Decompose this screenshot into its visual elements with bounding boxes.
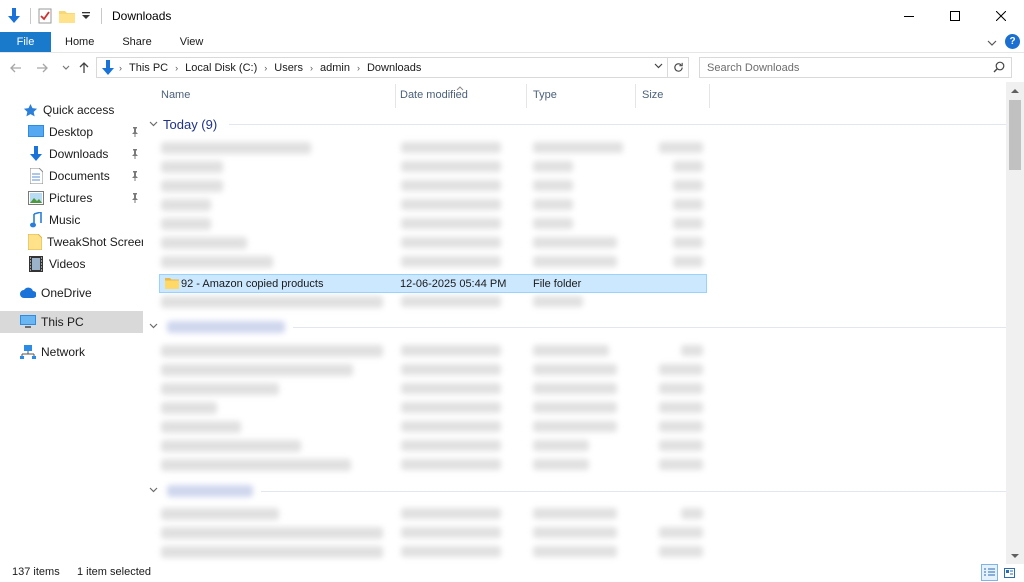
group-collapsed-2[interactable] (149, 480, 163, 500)
status-bar: 137 items 1 item selected (0, 564, 1024, 582)
column-header-size[interactable]: Size (642, 82, 663, 108)
breadcrumb-users[interactable]: Users (269, 62, 308, 74)
network-icon (20, 344, 36, 360)
chevron-down-icon[interactable] (149, 485, 163, 495)
tab-file[interactable]: File (0, 32, 51, 52)
nav-music[interactable]: Music (0, 209, 143, 231)
downloads-icon (28, 146, 44, 162)
chevron-down-icon[interactable] (149, 321, 163, 331)
new-folder-icon[interactable] (59, 8, 75, 24)
vertical-scrollbar[interactable] (1006, 82, 1024, 564)
minimize-button[interactable] (886, 0, 932, 32)
title-bar: Downloads (0, 0, 1024, 32)
details-view-button[interactable] (981, 564, 998, 581)
tab-view[interactable]: View (166, 32, 218, 52)
pin-icon[interactable] (131, 148, 139, 162)
window-title: Downloads (112, 9, 172, 23)
nav-onedrive[interactable]: OneDrive (0, 282, 143, 304)
customize-toolbar-icon[interactable] (81, 8, 91, 24)
navigation-pane: Quick access Desktop Downloads Documents (0, 92, 143, 564)
breadcrumb-local-disk[interactable]: Local Disk (C:) (180, 62, 262, 74)
file-date: 12-06-2025 05:44 PM (400, 278, 507, 290)
tab-home[interactable]: Home (51, 32, 108, 52)
file-type: File folder (533, 278, 582, 290)
group-today[interactable]: Today (9) (149, 114, 217, 134)
videos-icon (28, 256, 44, 272)
breadcrumb-downloads[interactable]: Downloads (362, 62, 426, 74)
scroll-up-button[interactable] (1006, 82, 1024, 98)
quick-access-toolbar: Downloads (0, 0, 171, 32)
nav-quick-access[interactable]: Quick access (0, 99, 143, 121)
group-collapsed[interactable] (149, 316, 163, 336)
address-bar[interactable]: › This PC › Local Disk (C:) › Users › ad… (96, 57, 668, 78)
nav-tweakshot-folder[interactable]: TweakShot Screen C (0, 231, 143, 253)
nav-videos[interactable]: Videos (0, 253, 143, 275)
address-row: › This PC › Local Disk (C:) › Users › ad… (0, 56, 1024, 80)
up-button[interactable] (76, 59, 92, 77)
column-header-type[interactable]: Type (533, 82, 557, 108)
ribbon-tabs: File Home Share View ? (0, 32, 1024, 52)
pin-icon[interactable] (131, 170, 139, 184)
pin-icon[interactable] (131, 126, 139, 140)
refresh-button[interactable] (668, 57, 689, 78)
breadcrumb-admin[interactable]: admin (315, 62, 355, 74)
nav-this-pc[interactable]: This PC (0, 311, 143, 333)
recent-locations-button[interactable] (58, 59, 74, 77)
pin-icon[interactable] (131, 192, 139, 206)
downloads-icon (101, 59, 115, 76)
search-box[interactable] (699, 57, 1012, 78)
down-arrow-icon[interactable] (6, 8, 22, 24)
tab-share[interactable]: Share (108, 32, 165, 52)
file-name: 92 - Amazon copied products (181, 278, 324, 290)
column-header-name[interactable]: Name (161, 82, 190, 108)
search-input[interactable] (707, 61, 987, 74)
nav-documents[interactable]: Documents (0, 165, 143, 187)
desktop-icon (28, 124, 44, 140)
expand-ribbon-icon[interactable] (987, 35, 997, 49)
maximize-button[interactable] (932, 0, 978, 32)
search-icon[interactable] (993, 61, 1005, 76)
selection-count: 1 item selected (77, 566, 151, 578)
folder-icon (165, 277, 179, 289)
breadcrumb-this-pc[interactable]: This PC (124, 62, 173, 74)
documents-icon (28, 168, 44, 184)
help-icon[interactable]: ? (1005, 34, 1020, 49)
file-row-selected[interactable]: 92 - Amazon copied products 12-06-2025 0… (159, 274, 707, 293)
back-button[interactable] (8, 59, 24, 77)
folder-icon (28, 234, 42, 250)
nav-desktop[interactable]: Desktop (0, 121, 143, 143)
star-icon (22, 102, 38, 118)
address-dropdown-icon[interactable] (654, 61, 663, 72)
column-header-date[interactable]: Date modified (400, 82, 468, 108)
pictures-icon (28, 190, 44, 206)
music-icon (28, 212, 44, 228)
close-button[interactable] (978, 0, 1024, 32)
large-icons-view-button[interactable] (1001, 564, 1018, 581)
computer-icon (20, 314, 36, 330)
scrollbar-thumb[interactable] (1009, 100, 1021, 170)
scroll-down-button[interactable] (1006, 548, 1024, 564)
nav-downloads[interactable]: Downloads (0, 143, 143, 165)
item-count: 137 items (12, 566, 60, 578)
file-list[interactable]: Name Date modified Type Size Today (9) 9… (143, 82, 1006, 564)
nav-network[interactable]: Network (0, 341, 143, 363)
forward-button[interactable] (34, 59, 50, 77)
chevron-down-icon[interactable] (149, 119, 163, 129)
nav-pictures[interactable]: Pictures (0, 187, 143, 209)
properties-icon[interactable] (37, 8, 53, 24)
cloud-icon (20, 285, 36, 301)
